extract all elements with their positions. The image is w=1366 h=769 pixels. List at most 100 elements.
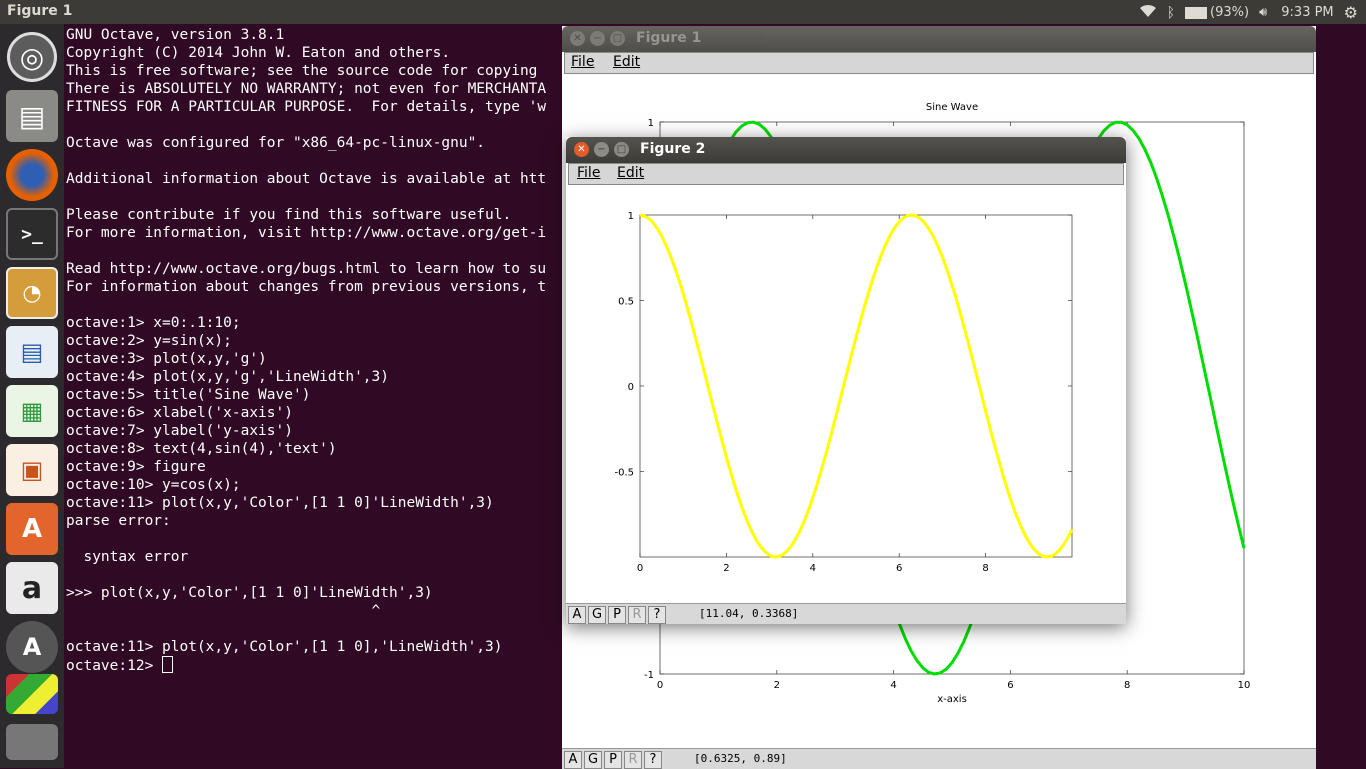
toolbar-button-r[interactable]: R <box>624 751 642 769</box>
terminal-line: There is ABSOLUTELY NO WARRANTY; not eve… <box>66 81 547 97</box>
terminal-window[interactable]: GNU Octave, version 3.8.1 Copyright (C) … <box>64 24 562 768</box>
terminal-line: syntax error <box>66 549 189 565</box>
x-tick-label: 2 <box>774 680 780 691</box>
terminal-line: octave:5> title('Sine Wave') <box>66 387 311 403</box>
terminal-line: octave:6> xlabel('x-axis') <box>66 405 293 421</box>
terminal-cursor <box>162 656 174 673</box>
terminal-line: >>> plot(x,y,'Color',[1 1 0]'LineWidth',… <box>66 585 433 601</box>
figure1-menubar: File Edit <box>564 52 1314 74</box>
terminal-line: For information about changes from previ… <box>66 279 547 295</box>
terminal-line: octave:2> y=sin(x); <box>66 333 232 349</box>
impress-icon[interactable]: ▣ <box>6 444 58 496</box>
writer-icon[interactable]: ▤ <box>6 326 58 378</box>
y-tick-label: -1 <box>644 670 654 681</box>
clock[interactable]: 9:33 PM <box>1281 5 1333 20</box>
terminal-line: octave:3> plot(x,y,'g') <box>66 351 267 367</box>
toolbar-button-g[interactable]: G <box>584 751 602 769</box>
launcher: ◎ ▤ >_ ◔ ▤ ▦ ▣ A a A <box>0 24 64 768</box>
chart-title: Sine Wave <box>926 102 978 113</box>
y-tick-label: 1 <box>628 211 634 222</box>
calc-icon[interactable]: ▦ <box>6 385 58 437</box>
updater-icon[interactable]: A <box>6 621 58 673</box>
files-icon[interactable]: ▤ <box>6 90 58 142</box>
figure2-titlebar[interactable]: ✕ − □ Figure 2 <box>566 137 1126 163</box>
toolbar-button-r[interactable]: R <box>628 606 646 624</box>
terminal-output: GNU Octave, version 3.8.1 Copyright (C) … <box>64 24 562 675</box>
octave-icon[interactable]: ◔ <box>6 267 58 319</box>
x-tick-label: 8 <box>982 563 988 574</box>
firefox-icon[interactable] <box>6 149 58 201</box>
x-tick-label: 4 <box>890 680 896 691</box>
figure2-statusbar: A G P R? [11.04, 0.3368] <box>566 603 1126 624</box>
terminal-line: octave:11> plot(x,y,'Color',[1 1 0],'Lin… <box>66 639 503 655</box>
terminal-line: octave:10> y=cos(x); <box>66 477 241 493</box>
figure2-window[interactable]: ✕ − □ Figure 2 File Edit 0 2 4 6 8 1 0.5 0 -0.5 … <box>566 137 1126 624</box>
menu-edit[interactable]: Edit <box>617 165 644 181</box>
minimize-icon[interactable]: − <box>590 31 605 46</box>
terminal-line: GNU Octave, version 3.8.1 <box>66 27 285 43</box>
y-tick-label: -0.5 <box>614 468 634 479</box>
series-line <box>639 213 1074 559</box>
amazon-icon[interactable]: a <box>6 562 58 614</box>
maximize-icon[interactable]: □ <box>614 142 629 157</box>
x-tick-label: 4 <box>810 563 816 574</box>
figure2-plot[interactable]: 0 2 4 6 8 1 0.5 0 -0.5 <box>566 185 1126 603</box>
menu-file[interactable]: File <box>571 54 594 70</box>
volume-icon[interactable]: 🔊︎ <box>1259 5 1267 20</box>
window-title: Figure 2 <box>640 141 706 157</box>
terminal-line: parse error: <box>66 513 171 529</box>
x-tick-label: 6 <box>896 563 902 574</box>
menu-edit[interactable]: Edit <box>613 54 640 70</box>
battery-indicator[interactable]: (93%) <box>1185 5 1249 20</box>
x-tick-label: 0 <box>657 680 663 691</box>
pointer-coordinates: [0.6325, 0.89] <box>694 752 787 765</box>
terminal-line: FITNESS FOR A PARTICULAR PURPOSE. For de… <box>66 99 547 115</box>
toolbar-button-a[interactable]: A <box>568 606 586 624</box>
x-tick-label: 2 <box>723 563 729 574</box>
window-title: Figure 1 <box>636 30 702 46</box>
maximize-icon[interactable]: □ <box>610 31 625 46</box>
toolbar-button-p[interactable]: P <box>608 606 626 624</box>
menu-file[interactable]: File <box>577 165 600 181</box>
x-tick-label: 6 <box>1007 680 1013 691</box>
terminal-line: ^ <box>66 603 381 619</box>
system-tray: ᛒ (93%) 🔊︎ 9:33 PM ⚙ <box>1139 3 1358 22</box>
active-window-title: Figure 1 <box>7 3 73 19</box>
toolbar-button-help[interactable]: ? <box>648 606 666 624</box>
x-tick-label: 10 <box>1238 680 1251 691</box>
plot-axes-box <box>639 214 1073 558</box>
close-icon[interactable]: ✕ <box>574 142 589 157</box>
wifi-icon[interactable] <box>1139 4 1157 22</box>
minimize-icon[interactable]: − <box>594 142 609 157</box>
workspaces-icon[interactable] <box>6 674 58 714</box>
terminal-line: octave:8> text(4,sin(4),'text') <box>66 441 337 457</box>
trash-icon[interactable] <box>6 724 58 760</box>
figure1-titlebar[interactable]: ✕ − □ Figure 1 <box>562 26 1316 52</box>
toolbar-button-g[interactable]: G <box>588 606 606 624</box>
y-tick-label: 0.5 <box>618 297 634 308</box>
terminal-line: octave:9> figure <box>66 459 206 475</box>
terminal-line: This is free software; see the source co… <box>66 63 538 79</box>
toolbar-button-p[interactable]: P <box>604 751 622 769</box>
x-axis-label: x-axis <box>937 694 967 705</box>
terminal-line: octave:4> plot(x,y,'g','LineWidth',3) <box>66 369 390 385</box>
x-tick-label: 8 <box>1124 680 1130 691</box>
y-tick-label: 0 <box>628 382 634 393</box>
terminal-line: octave:1> x=0:.1:10; <box>66 315 241 331</box>
software-center-icon[interactable]: A <box>6 503 58 555</box>
toolbar-button-a[interactable]: A <box>564 751 582 769</box>
toolbar-button-help[interactable]: ? <box>644 751 662 769</box>
figure2-menubar: File Edit <box>568 163 1124 185</box>
terminal-icon[interactable]: >_ <box>6 208 58 260</box>
terminal-line: Please contribute if you find this softw… <box>66 207 512 223</box>
battery-icon <box>1185 6 1208 19</box>
x-tick-label: 0 <box>637 563 643 574</box>
top-panel: Figure 1 ᛒ (93%) 🔊︎ 9:33 PM ⚙ <box>0 0 1366 24</box>
ubuntu-dash-icon[interactable]: ◎ <box>7 32 57 82</box>
terminal-line: Additional information about Octave is a… <box>66 171 547 187</box>
terminal-line: octave:11> plot(x,y,'Color',[1 1 0]'Line… <box>66 495 494 511</box>
battery-percent: (93%) <box>1210 5 1250 20</box>
close-icon[interactable]: ✕ <box>570 31 585 46</box>
gear-icon[interactable]: ⚙ <box>1344 3 1358 22</box>
bluetooth-icon[interactable]: ᛒ <box>1167 5 1175 21</box>
